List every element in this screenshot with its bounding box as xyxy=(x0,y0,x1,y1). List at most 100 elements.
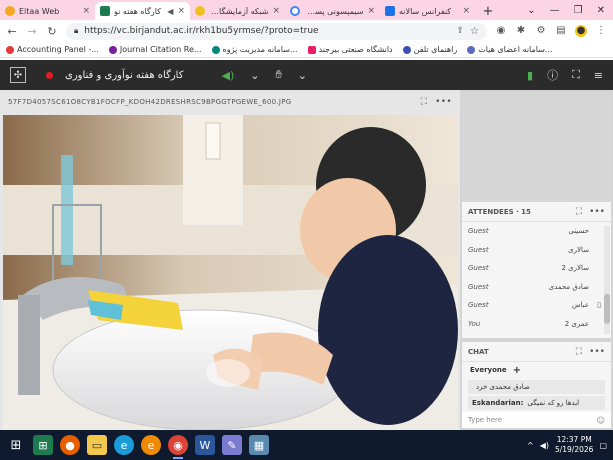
bookmark-icon xyxy=(6,45,14,54)
menu-icon[interactable]: ⋮ xyxy=(595,25,607,37)
attendee-name: صادق محمدی xyxy=(548,282,589,291)
edge-icon[interactable]: e xyxy=(114,435,134,455)
minimize-icon[interactable]: — xyxy=(550,5,560,16)
chat-input-placeholder: Type here xyxy=(468,416,503,424)
bookmark-icon xyxy=(402,45,411,54)
tab-eitaa[interactable]: Eitaa Web × xyxy=(0,2,95,20)
bookmark-accounting[interactable]: Accounting Panel -... xyxy=(6,45,99,54)
file-explorer-icon[interactable]: ▭ xyxy=(87,435,107,455)
attendee-row[interactable]: Guest صادق محمدی xyxy=(462,278,611,297)
fullscreen-pod-icon[interactable]: ⛶ xyxy=(421,97,428,107)
volume-icon[interactable]: ◀︎) xyxy=(540,441,549,450)
bookmark-phonebook[interactable]: راهنمای تلفن xyxy=(402,45,458,54)
more-menu-icon[interactable]: ≡ xyxy=(594,69,603,82)
mobile-device-icon: ▯ xyxy=(597,301,601,310)
paint-icon[interactable]: ✎ xyxy=(222,435,242,455)
reload-icon[interactable]: ↻ xyxy=(46,25,58,38)
url-field[interactable]: 🔒︎ https://vc.birjandut.ac.ir/rkh1bu5yrm… xyxy=(66,22,487,40)
tab-conference[interactable]: کنفرانس سالانه × xyxy=(380,2,475,20)
windows-taskbar: ⊞ ⊞ ● ▭ e e ◉ W ✎ ▦ ^ ◀︎) 12:37 PM 5/19/… xyxy=(0,430,613,460)
pod-options-icon[interactable]: ••• xyxy=(435,97,452,107)
close-window-icon[interactable]: ✕ xyxy=(597,5,605,16)
bookmark-faculty[interactable]: سامانه اعضای هیات... xyxy=(467,45,553,54)
pod-options-icon[interactable]: ••• xyxy=(589,347,605,357)
shared-photo xyxy=(3,115,458,430)
bookmark-research[interactable]: سامانه مدیریت پژوه... xyxy=(211,45,298,54)
attendee-role: You xyxy=(468,319,481,328)
meeting-title: کارگاه هفته نوآوری و فناوری xyxy=(65,69,184,81)
attendee-row[interactable]: You عمری 2 xyxy=(462,315,611,334)
ie-icon[interactable]: e xyxy=(141,435,161,455)
close-icon[interactable]: × xyxy=(367,6,375,16)
speaker-dropdown-icon[interactable]: ⌄ xyxy=(250,69,259,82)
attendees-scrollbar-thumb[interactable] xyxy=(604,294,610,324)
layouts-menu-icon[interactable]: ✣ xyxy=(10,67,26,83)
bookmark-label: Journal Citation Re... xyxy=(119,45,202,54)
fullscreen-pod-icon[interactable]: ⛶ xyxy=(576,207,582,217)
attendee-row[interactable]: Guest حسینی xyxy=(462,222,611,241)
close-icon[interactable]: × xyxy=(462,6,470,16)
help-icon[interactable]: ⓘ xyxy=(547,67,558,83)
tab-workshop[interactable]: کارگاه هفته نو ◀ × xyxy=(95,2,190,20)
chat-input[interactable]: Type here ☺ xyxy=(462,412,611,428)
excel-icon[interactable]: ⊞ xyxy=(33,435,53,455)
speaker-icon[interactable]: ◀ xyxy=(167,7,173,16)
pod-options-icon[interactable]: ••• xyxy=(589,207,605,217)
puzzle-icon[interactable]: ⚙ xyxy=(535,25,547,37)
start-icon[interactable]: ⊞ xyxy=(6,435,26,455)
attendee-name: عمری 2 xyxy=(564,319,589,328)
tray-overflow-icon[interactable]: ^ xyxy=(527,441,534,450)
attendees-header: ATTENDEES · 15 ⛶ ••• xyxy=(462,202,611,222)
close-icon[interactable]: × xyxy=(177,6,185,16)
chrome-icon[interactable]: ◉ xyxy=(168,435,188,459)
share-icon[interactable]: ⇪ xyxy=(456,26,464,36)
camera-icon[interactable]: ◉ xyxy=(495,25,507,37)
tab-search-icon[interactable]: ⌄ xyxy=(527,5,535,16)
chat-title: CHAT xyxy=(468,347,489,356)
hand-dropdown-icon[interactable]: ⌄ xyxy=(298,69,307,82)
close-icon[interactable]: × xyxy=(272,6,280,16)
fullscreen-icon[interactable]: ⛶ xyxy=(572,68,580,82)
chat-message: صادق محمدی خرد xyxy=(468,380,605,394)
attendee-role: Guest xyxy=(468,227,489,236)
bookmark-icon xyxy=(211,45,220,54)
attendee-row[interactable]: Guest عباس ▯ xyxy=(462,296,611,315)
emoji-icon[interactable]: ☺ xyxy=(597,416,605,425)
word-icon[interactable]: W xyxy=(195,435,215,455)
tab-search[interactable]: سیمپسونی پسرانه × xyxy=(285,2,380,20)
close-icon[interactable]: × xyxy=(82,6,90,16)
connection-strength-icon[interactable]: ▮ xyxy=(527,69,533,82)
fullscreen-pod-icon[interactable]: ⛶ xyxy=(576,347,582,357)
profile-avatar[interactable]: ● xyxy=(575,25,587,37)
tab-title: سیمپسونی پسرانه xyxy=(304,6,364,16)
tab-labs[interactable]: شبکه آزمایشگاه ها × xyxy=(190,2,285,20)
reading-list-icon[interactable]: ▤ xyxy=(555,25,567,37)
forward-icon[interactable]: → xyxy=(26,25,38,38)
extension-icon[interactable]: ✱ xyxy=(515,25,527,37)
attendee-name: حسینی xyxy=(568,227,589,236)
bookmark-university[interactable]: دانشگاه صنعتی بیرجند xyxy=(307,45,393,54)
firefox-icon[interactable]: ● xyxy=(60,435,80,455)
attendee-row[interactable]: Guest سالاری xyxy=(462,241,611,260)
attendee-role: Guest xyxy=(468,264,489,273)
app-icon[interactable]: ▦ xyxy=(249,435,269,455)
clock[interactable]: 12:37 PM 5/19/2026 xyxy=(555,435,593,455)
attendee-role: Guest xyxy=(468,301,489,310)
lock-icon[interactable]: 🔒︎ xyxy=(74,26,78,36)
notifications-icon[interactable]: ▢ xyxy=(599,441,607,450)
bookmark-star-icon[interactable]: ☆ xyxy=(470,26,479,37)
raise-hand-icon[interactable]: ✋︎ xyxy=(275,68,281,82)
bookmark-jcr[interactable]: Journal Citation Re... xyxy=(108,45,202,54)
bookmark-label: راهنمای تلفن xyxy=(413,45,458,54)
new-chat-icon[interactable]: + xyxy=(513,365,521,376)
share-pod-header: 57F7D4057SC61O8CYB1FOCFP_KDOH42DRESHRSC9… xyxy=(0,90,460,114)
attendee-role: Guest xyxy=(468,282,489,291)
chat-recipient-selector[interactable]: Everyone + xyxy=(462,362,611,378)
new-tab-button[interactable]: + xyxy=(479,2,497,20)
maximize-icon[interactable]: ❐ xyxy=(574,5,583,16)
attendee-row[interactable]: Guest سالاری 2 xyxy=(462,259,611,278)
bookmark-icon xyxy=(467,45,476,54)
speaker-icon[interactable]: ◀︎) xyxy=(221,69,234,82)
back-icon[interactable]: ← xyxy=(6,25,18,38)
recording-indicator[interactable] xyxy=(46,71,53,79)
